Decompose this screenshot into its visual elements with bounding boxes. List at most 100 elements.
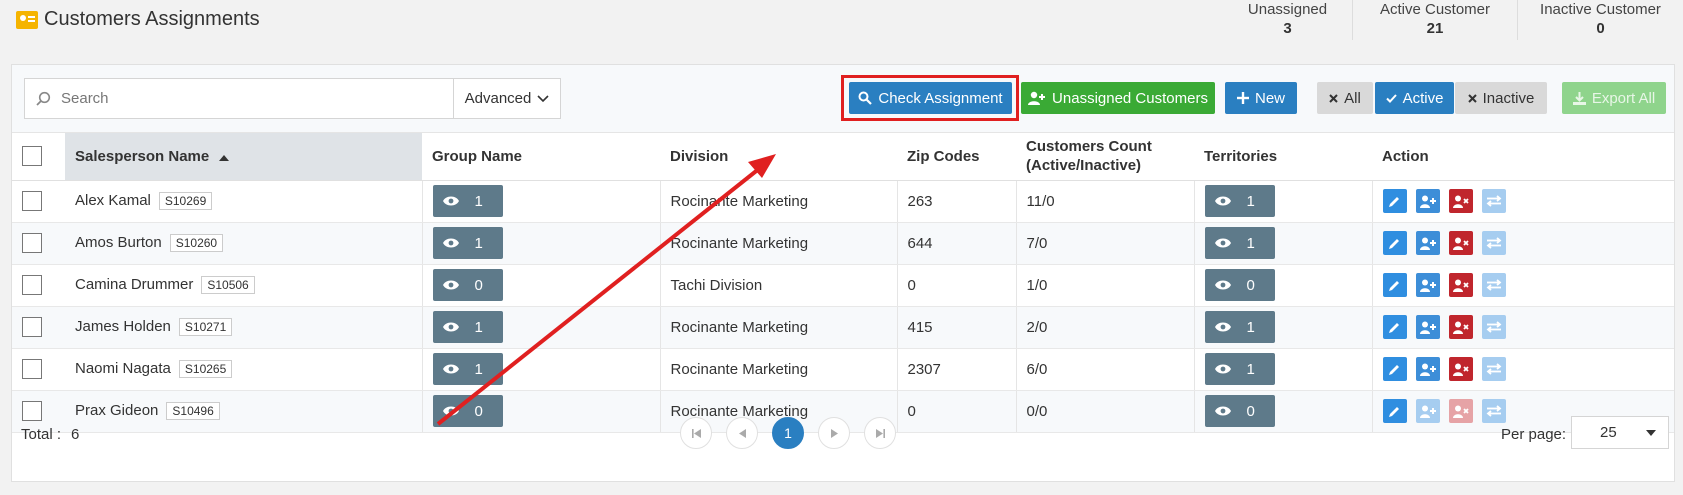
transfer-button[interactable] (1481, 315, 1506, 339)
remove-user-button[interactable] (1448, 273, 1473, 297)
view-groups-button[interactable]: 1 (432, 353, 503, 385)
last-page-button[interactable] (864, 417, 896, 449)
remove-user-button[interactable] (1448, 357, 1473, 381)
remove-user-icon (1452, 237, 1469, 250)
filter-inactive-button[interactable]: Inactive (1455, 82, 1547, 114)
division-cell: Rocinante Marketing (659, 222, 897, 265)
group-cell: 1 (421, 348, 660, 391)
edit-button[interactable] (1382, 273, 1407, 297)
column-sublabel: (Active/Inactive) (1026, 157, 1142, 175)
chevron-down-icon (537, 94, 549, 102)
search-input[interactable] (61, 79, 453, 118)
pencil-icon (1389, 280, 1399, 291)
row-checkbox[interactable] (22, 317, 42, 337)
zip-codes-cell: 2307 (896, 348, 1016, 391)
transfer-icon (1486, 321, 1501, 333)
salesperson-name[interactable]: Alex Kamal (75, 192, 151, 209)
eye-icon (1214, 196, 1231, 206)
pencil-icon (1389, 364, 1399, 375)
edit-button[interactable] (1382, 357, 1407, 381)
view-groups-button[interactable]: 0 (432, 269, 503, 301)
filter-inactive-label: Inactive (1482, 89, 1535, 107)
add-user-button[interactable] (1415, 189, 1440, 213)
view-groups-button[interactable]: 1 (432, 227, 503, 259)
select-all-cell (12, 133, 65, 181)
column-division[interactable]: Division (660, 133, 897, 181)
remove-user-button[interactable] (1448, 315, 1473, 339)
column-salesperson[interactable]: Salesperson Name (65, 133, 422, 181)
view-territories-button[interactable]: 1 (1204, 311, 1275, 343)
first-page-button[interactable] (680, 417, 712, 449)
page-button-current[interactable]: 1 (772, 417, 804, 449)
column-label: Salesperson Name (75, 147, 210, 165)
transfer-button[interactable] (1481, 273, 1506, 297)
add-user-button[interactable] (1415, 231, 1440, 255)
stat-active-customer: Active Customer 21 (1353, 0, 1518, 40)
row-checkbox[interactable] (22, 233, 42, 253)
salesperson-name[interactable]: Amos Burton (75, 234, 162, 251)
prev-page-button[interactable] (726, 417, 758, 449)
add-user-button[interactable] (1415, 315, 1440, 339)
column-group[interactable]: Group Name (422, 133, 660, 181)
view-territories-button[interactable]: 1 (1204, 227, 1275, 259)
remove-user-button[interactable] (1448, 231, 1473, 255)
column-label: Customers Count (1026, 138, 1152, 156)
row-checkbox[interactable] (22, 191, 42, 211)
row-checkbox[interactable] (22, 359, 42, 379)
add-user-button[interactable] (1415, 273, 1440, 297)
transfer-icon (1486, 279, 1501, 291)
view-territories-button[interactable]: 1 (1204, 185, 1275, 217)
column-zip-codes[interactable]: Zip Codes (897, 133, 1016, 181)
select-all-checkbox[interactable] (22, 146, 42, 167)
salesperson-cell: Alex Kamal S10269 (65, 180, 422, 223)
page-title-text: Customers Assignments (44, 8, 260, 30)
table-row: Camina Drummer S10506 0 Tachi Division 0 … (12, 264, 1674, 307)
column-label: Zip Codes (907, 147, 980, 165)
territories-cell: 1 (1193, 306, 1372, 349)
total-value: 6 (71, 426, 80, 443)
column-customers-count[interactable]: Customers Count (Active/Inactive) (1016, 133, 1194, 181)
column-label: Action (1382, 147, 1429, 165)
view-groups-button[interactable]: 1 (432, 311, 503, 343)
view-groups-button[interactable]: 1 (432, 185, 503, 217)
salesperson-cell: Amos Burton S10260 (65, 222, 422, 265)
salesperson-name[interactable]: James Holden (75, 318, 171, 335)
salesperson-name[interactable]: Naomi Nagata (75, 360, 171, 377)
summary-stats: Unassigned 3 Active Customer 21 Inactive… (1223, 0, 1683, 40)
per-page-select[interactable]: 25 (1571, 416, 1669, 449)
salesperson-code: S10269 (158, 192, 213, 210)
division-cell: Rocinante Marketing (659, 180, 897, 223)
stat-value: 0 (1596, 20, 1605, 37)
customers-count-cell: 1/0 (1015, 264, 1194, 307)
zip-codes-cell: 415 (896, 306, 1016, 349)
add-user-button[interactable] (1415, 357, 1440, 381)
new-button[interactable]: New (1225, 82, 1297, 114)
unassigned-customers-button[interactable]: Unassigned Customers (1021, 82, 1215, 114)
division-cell: Rocinante Marketing (659, 348, 897, 391)
search-box: Advanced (24, 78, 561, 119)
view-territories-button[interactable]: 0 (1204, 269, 1275, 301)
transfer-button[interactable] (1481, 231, 1506, 255)
advanced-dropdown[interactable]: Advanced (453, 79, 560, 118)
export-all-button[interactable]: Export All (1562, 82, 1666, 114)
filter-active-button[interactable]: Active (1375, 82, 1454, 114)
view-territories-button[interactable]: 1 (1204, 353, 1275, 385)
check-assignment-button[interactable]: Check Assignment (849, 82, 1012, 114)
salesperson-name[interactable]: Camina Drummer (75, 276, 193, 293)
check-icon (1385, 93, 1397, 103)
edit-button[interactable] (1382, 231, 1407, 255)
edit-button[interactable] (1382, 315, 1407, 339)
filter-all-button[interactable]: All (1317, 82, 1373, 114)
row-checkbox[interactable] (22, 275, 42, 295)
remove-user-button[interactable] (1448, 189, 1473, 213)
transfer-button[interactable] (1481, 357, 1506, 381)
next-page-button[interactable] (818, 417, 850, 449)
eye-icon (442, 280, 459, 290)
transfer-icon (1486, 363, 1501, 375)
edit-button[interactable] (1382, 189, 1407, 213)
assignments-table: Salesperson Name Group Name Division Zip… (12, 133, 1674, 433)
search-icon (858, 91, 873, 105)
column-territories[interactable]: Territories (1194, 133, 1372, 181)
transfer-button[interactable] (1481, 189, 1506, 213)
zip-codes-cell: 263 (896, 180, 1016, 223)
